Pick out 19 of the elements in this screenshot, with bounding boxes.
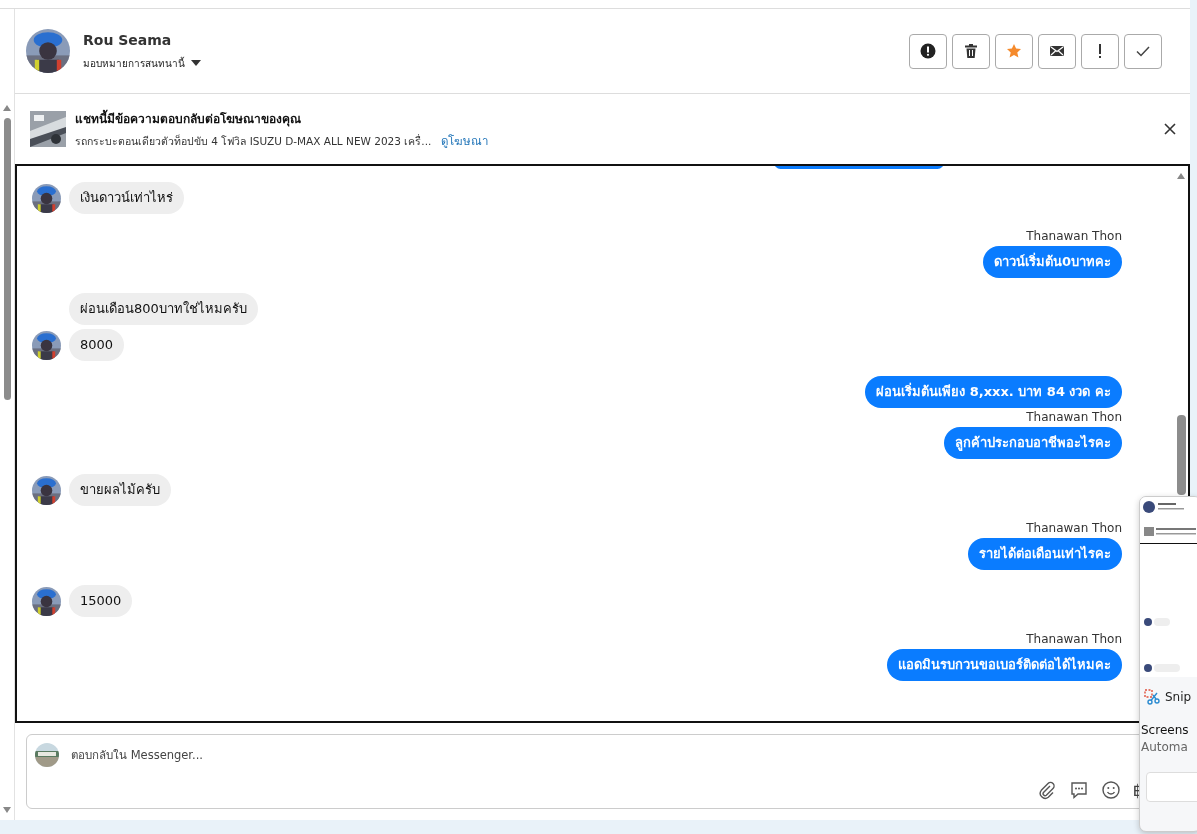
message-bubble: 15000 bbox=[69, 585, 133, 617]
message-bubble: ดาวน์เริ่มต้น0บาทคะ bbox=[982, 246, 1122, 278]
ad-description: รถกระบะตอนเดียวตัวท็อปขับ 4 โฟวิล ISUZU D-MAX ALL NEW 2023 เครื่... bbox=[75, 133, 432, 149]
sender-name: Thanawan Thon bbox=[1026, 229, 1122, 243]
sender-name: Thanawan Thon bbox=[1026, 632, 1122, 646]
message-bubble: รายได้ต่อเดือนเท่าไรคะ bbox=[968, 538, 1122, 570]
message-bubble: 8000 bbox=[69, 329, 125, 361]
message-bubble: ผ่อนเริ่มต้นเพียง 8,xxx. บาท 84 งวด คะ bbox=[865, 376, 1122, 408]
notification-title: Screens bbox=[1141, 723, 1190, 737]
message-bubble: ลูกค้าประกอบอาชีพอะไรคะ bbox=[944, 427, 1122, 459]
message-bubble: เงินดาวน์เท่าไหร่ bbox=[69, 182, 184, 214]
ad-reply-title: แชทนี้มีข้อความตอบกลับต่อโฆษณาของคุณ bbox=[75, 108, 302, 128]
app-name: Snip bbox=[1165, 690, 1192, 704]
message-bubble: ขายผลไม้ครับ bbox=[69, 474, 171, 506]
sender-name: Thanawan Thon bbox=[1026, 521, 1122, 535]
contact-name: Rou Seama bbox=[83, 31, 173, 48]
message-bubble: ผ่อนเดือน800บาทใช่ไหมครับ bbox=[69, 293, 258, 325]
sender-name: Thanawan Thon bbox=[1026, 410, 1122, 424]
message-bubble: แอดมินรบกวนขอเบอร์ติดต่อได้ไหมคะ bbox=[887, 649, 1122, 681]
